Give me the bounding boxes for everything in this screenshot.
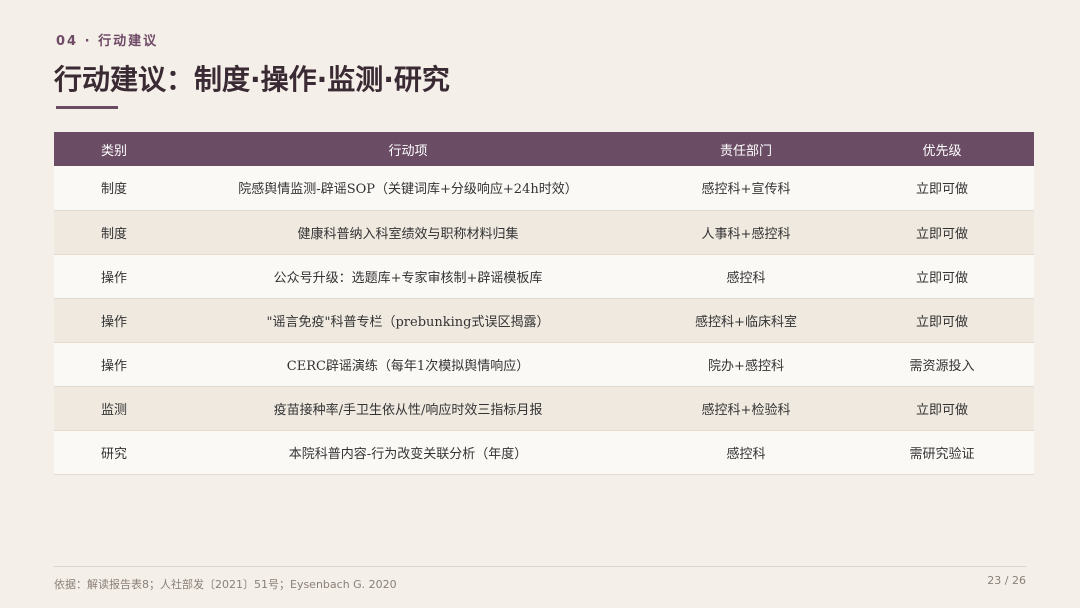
table-row: 操作 CERC辟谣演练（每年1次模拟舆情响应） 院办+感控科 需资源投入: [54, 342, 1034, 386]
cell-priority: 需研究验证: [909, 446, 975, 462]
column-header-department: 责任部门: [719, 143, 772, 159]
cell-action: 院感舆情监测-辟谣SOP（关键词库+分级响应+24h时效）: [238, 182, 578, 198]
cell-action: "谣言免疫"科普专栏（prebunking式误区揭露）: [266, 314, 550, 330]
table-row: 制度 院感舆情监测-辟谣SOP（关键词库+分级响应+24h时效） 感控科+宣传科…: [54, 166, 1034, 210]
cell-action: CERC辟谣演练（每年1次模拟舆情响应）: [286, 358, 530, 374]
cell-category: 研究: [100, 446, 127, 462]
cell-department: 感控科: [726, 270, 766, 286]
cell-category: 监测: [100, 402, 127, 418]
table-row: 操作 公众号升级：选题库+专家审核制+辟谣模板库 感控科 立即可做: [54, 254, 1034, 298]
action-table-grid: 类别 行动项 责任部门 优先级 制度 院感舆情监测-辟谣SOP（关键词库+分级响…: [54, 132, 1034, 475]
table-row: 操作 "谣言免疫"科普专栏（prebunking式误区揭露） 感控科+临床科室 …: [54, 298, 1034, 342]
footer-divider: [54, 566, 1026, 567]
column-header-category: 类别: [100, 143, 127, 159]
cell-category: 操作: [100, 270, 127, 286]
table-row: 研究 本院科普内容-行为改变关联分析（年度） 感控科 需研究验证: [54, 430, 1034, 474]
cell-category: 制度: [100, 182, 127, 198]
cell-priority: 立即可做: [915, 270, 968, 286]
cell-category: 操作: [100, 358, 127, 374]
cell-category: 操作: [100, 314, 127, 330]
cell-action: 公众号升级：选题库+专家审核制+辟谣模板库: [273, 270, 543, 286]
cell-priority: 立即可做: [915, 182, 968, 198]
cell-department: 院办+感控科: [708, 358, 784, 374]
cell-department: 感控科+检验科: [701, 402, 791, 418]
cell-priority: 立即可做: [915, 226, 968, 242]
cell-department: 感控科: [726, 446, 766, 462]
cell-action: 健康科普纳入科室绩效与职称材料归集: [297, 226, 519, 242]
page-title: 行动建议：制度·操作·监测·研究: [54, 63, 450, 96]
cell-action: 本院科普内容-行为改变关联分析（年度）: [288, 446, 528, 462]
action-table: 类别 行动项 责任部门 优先级 制度 院感舆情监测-辟谣SOP（关键词库+分级响…: [54, 132, 1034, 475]
title-underline: [56, 106, 118, 109]
cell-category: 制度: [100, 226, 127, 242]
cell-department: 人事科+感控科: [701, 226, 791, 242]
cell-action: 疫苗接种率/手卫生依从性/响应时效三指标月报: [273, 402, 543, 418]
table-row: 制度 健康科普纳入科室绩效与职称材料归集 人事科+感控科 立即可做: [54, 210, 1034, 254]
page-number: 23 / 26: [987, 574, 1026, 587]
cell-priority: 立即可做: [915, 314, 968, 330]
footer-source: 依据：解读报告表8；人社部发〔2021〕51号；Eysenbach G. 202…: [54, 578, 397, 591]
table-header-row: 类别 行动项 责任部门 优先级: [54, 132, 1034, 166]
cell-priority: 需资源投入: [909, 358, 975, 374]
column-header-action: 行动项: [388, 143, 428, 159]
table-row: 监测 疫苗接种率/手卫生依从性/响应时效三指标月报 感控科+检验科 立即可做: [54, 386, 1034, 430]
cell-department: 感控科+临床科室: [695, 314, 797, 330]
column-header-priority: 优先级: [922, 143, 962, 159]
section-label: 04 · 行动建议: [56, 34, 159, 49]
cell-department: 感控科+宣传科: [701, 182, 791, 198]
cell-priority: 立即可做: [915, 402, 968, 418]
